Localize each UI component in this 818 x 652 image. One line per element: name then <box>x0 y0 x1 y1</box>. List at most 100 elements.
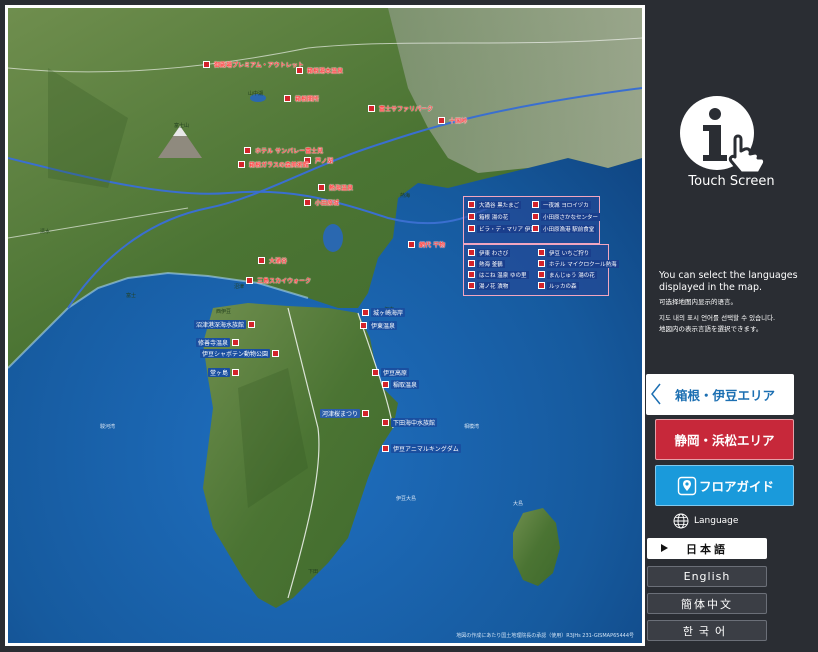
map-poi[interactable]: 大涌谷 <box>258 256 289 265</box>
language-chinese-label: 簡体中文 <box>681 597 733 611</box>
place-label: 沼津 <box>234 284 245 290</box>
place-label: 山中湖 <box>248 91 264 97</box>
map-poi[interactable]: 御殿場プレミアム・アウトレット <box>203 60 306 69</box>
restaurant-icon <box>468 201 475 208</box>
map-poi[interactable]: 小田原城 <box>304 198 341 207</box>
hotel-icon <box>468 225 475 232</box>
place-label: 下田 <box>308 569 319 575</box>
hotel-icon <box>272 350 280 357</box>
map-poi[interactable]: 三島スカイウォーク <box>246 276 313 285</box>
hotel-icon <box>468 260 475 267</box>
map-poi[interactable]: 伊豆アニマルキングダム <box>382 444 461 453</box>
map-poi[interactable]: 伊豆高原 <box>372 368 410 377</box>
map-poi[interactable]: ホテル サンバレー富士見 <box>244 146 325 155</box>
map-pin-icon <box>677 476 697 496</box>
language-korean-label: 한국어 <box>682 624 732 638</box>
shizuoka-hamamatsu-area-label: 静岡・浜松エリア <box>674 433 775 448</box>
map-poi[interactable]: 網代 干物 <box>408 240 447 249</box>
floor-guide-label: フロアガイド <box>698 479 774 494</box>
place-label: 西伊豆 <box>216 309 232 315</box>
restaurant-icon <box>532 201 539 208</box>
restaurant-icon <box>408 241 415 248</box>
hotel-icon <box>232 339 240 346</box>
hotel-icon <box>238 161 245 168</box>
map-poi[interactable]: 下田海中水族館 <box>382 418 438 427</box>
hotel-icon <box>382 419 389 426</box>
restaurant-icon <box>258 257 265 264</box>
place-label: 富士山 <box>174 123 190 129</box>
map-view[interactable]: 富士山 山中湖 駿河湾 相模湾 清水 富士 沼津 熱海 伊東 下田 大島 伊豆大… <box>8 8 642 643</box>
restaurant-icon <box>368 105 375 112</box>
language-chinese-button[interactable]: 簡体中文 <box>647 593 767 614</box>
hotel-icon <box>382 381 389 388</box>
hakone-izu-area-button[interactable]: 箱根・伊豆エリア <box>646 374 794 415</box>
map-poi[interactable]: 箱根湯本温泉 <box>296 66 345 75</box>
language-english-button[interactable]: English <box>647 566 767 587</box>
restaurant-icon <box>468 249 475 256</box>
language-japanese-button[interactable]: 日本語 <box>647 538 767 559</box>
place-label: 清水 <box>40 229 51 235</box>
hotel-icon <box>468 271 475 278</box>
language-japanese-label: 日本語 <box>686 542 728 556</box>
map-poi[interactable]: 十国峠 <box>438 116 469 125</box>
chevron-left-icon <box>651 383 661 405</box>
map-poi[interactable]: 箱根関所 <box>284 94 321 103</box>
map-poi[interactable]: 堂ヶ島 <box>208 368 240 377</box>
hotel-icon <box>362 309 369 316</box>
hotel-icon <box>372 369 379 376</box>
play-arrow-icon <box>661 544 668 552</box>
place-label: 熱海 <box>400 193 411 199</box>
restaurant-icon <box>532 225 539 232</box>
map-poi[interactable]: 稲取温泉 <box>382 380 420 389</box>
restaurant-icon <box>538 282 545 289</box>
map-poi[interactable]: 富士サファリパーク <box>368 104 435 113</box>
restaurant-icon <box>296 67 303 74</box>
map-callout-south[interactable]: 伊東 わさび 伊豆 いちご狩り 熱海 釜鶴 ホテル マイクロクール熱海 はこね … <box>463 244 619 296</box>
hotel-icon <box>468 213 475 220</box>
place-label: 富士 <box>126 293 137 299</box>
language-english-label: English <box>683 570 731 583</box>
map-poi[interactable]: 河津桜まつり <box>320 409 370 418</box>
restaurant-icon <box>203 61 210 68</box>
shizuoka-hamamatsu-area-button[interactable]: 静岡・浜松エリア <box>655 419 794 460</box>
restaurant-icon <box>438 117 445 124</box>
hotel-icon <box>382 445 389 452</box>
hakone-izu-area-label: 箱根・伊豆エリア <box>674 388 775 403</box>
touch-screen-label: Touch Screen <box>688 174 775 189</box>
place-label: 伊豆大島 <box>396 496 417 502</box>
map-copyright: 地図の作成にあたり国土地理院長の承認（使用）R3JHs 231-GISMAP65… <box>456 633 634 639</box>
map-callout-north[interactable]: 大涌谷 黒たまご 一夜城 ヨロイヅカ 箱根 湯の花 小田原さかなセンター ビラ・… <box>463 196 601 244</box>
restaurant-icon <box>318 184 325 191</box>
instruction-zh: 可选择地图内显示的语言。 <box>659 298 737 306</box>
instruction-ko: 지도 내의 표시 언어를 선택할 수 있습니다. <box>659 314 776 322</box>
hotel-icon <box>468 282 475 289</box>
map-poi[interactable]: 伊東温泉 <box>360 321 398 330</box>
map-poi[interactable]: 伊豆シャボテン動物公園 <box>200 349 280 358</box>
hotel-icon <box>232 369 240 376</box>
map-poi[interactable]: 沼津港深海水族館 <box>194 320 256 329</box>
map-terrain <box>8 8 642 643</box>
hotel-icon <box>360 322 367 329</box>
hotel-icon <box>248 321 256 328</box>
hotel-icon <box>538 260 545 267</box>
hotel-icon <box>362 410 370 417</box>
language-title: Language <box>694 516 739 526</box>
instruction-ja: 地図内の表示言語を選択できます。 <box>659 325 763 333</box>
hotel-icon <box>284 95 291 102</box>
kiosk-screen: 富士山 山中湖 駿河湾 相模湾 清水 富士 沼津 熱海 伊東 下田 大島 伊豆大… <box>0 0 818 652</box>
place-label: 駿河湾 <box>100 424 116 430</box>
restaurant-icon <box>538 249 545 256</box>
instruction-en: You can select the languages displayed i… <box>659 270 798 293</box>
map-poi[interactable]: 箱根ガラスの森美術館 <box>238 160 311 169</box>
map-poi[interactable]: 熱海温泉 <box>318 183 355 192</box>
touch-screen-icon <box>680 96 767 175</box>
language-korean-button[interactable]: 한국어 <box>647 620 767 641</box>
control-panel: Touch Screen You can select the language… <box>645 0 818 652</box>
map-frame: 富士山 山中湖 駿河湾 相模湾 清水 富士 沼津 熱海 伊東 下田 大島 伊豆大… <box>5 5 645 646</box>
restaurant-icon <box>532 213 539 220</box>
floor-guide-button[interactable]: フロアガイド <box>655 465 794 506</box>
hotel-icon <box>246 277 253 284</box>
map-poi[interactable]: 修善寺温泉 <box>196 338 240 347</box>
map-poi[interactable]: 城ヶ崎海岸 <box>362 308 406 317</box>
language-heading: Language <box>673 513 738 529</box>
